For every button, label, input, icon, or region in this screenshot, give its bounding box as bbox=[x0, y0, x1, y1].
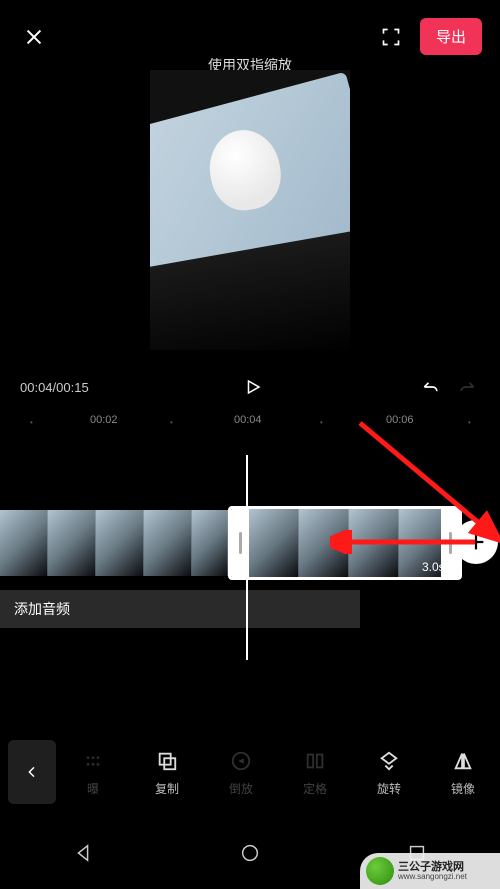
annotation-arrow-diagonal bbox=[350, 418, 500, 548]
tool-reverse[interactable]: 倒放 bbox=[208, 748, 274, 797]
copy-icon bbox=[154, 748, 180, 774]
mirror-icon bbox=[450, 748, 476, 774]
freeze-icon bbox=[302, 748, 328, 774]
fullscreen-icon bbox=[381, 27, 401, 47]
rotate-icon bbox=[376, 748, 402, 774]
playback-controls: 00:04/00:15 bbox=[0, 370, 500, 404]
nav-back-icon bbox=[72, 842, 94, 864]
top-bar: 导出 bbox=[0, 0, 500, 63]
watermark-badge: 三公子游戏网 www.sangongzi.net bbox=[360, 853, 500, 889]
undo-icon bbox=[419, 377, 443, 397]
clip-thumb bbox=[144, 510, 192, 576]
nav-home-icon bbox=[239, 842, 261, 864]
total-time: 00:15 bbox=[56, 380, 89, 395]
clip-thumb bbox=[96, 510, 144, 576]
clip-thumb bbox=[249, 509, 299, 577]
play-icon bbox=[244, 378, 262, 396]
ruler-mark: 00:04 bbox=[234, 414, 262, 426]
chevron-left-icon bbox=[24, 764, 40, 780]
close-button[interactable] bbox=[18, 21, 50, 53]
clip-duration-label: 3.0s bbox=[422, 560, 445, 574]
redo-button[interactable] bbox=[454, 374, 480, 400]
watermark-url: www.sangongzi.net bbox=[398, 873, 467, 881]
add-audio-track[interactable]: 添加音频 bbox=[0, 590, 360, 628]
add-audio-label: 添加音频 bbox=[14, 599, 70, 619]
annotation-arrow-horizontal bbox=[330, 530, 480, 554]
fullscreen-button[interactable] bbox=[376, 22, 406, 52]
dots-icon bbox=[80, 748, 106, 774]
play-button[interactable] bbox=[240, 374, 266, 400]
tool-freeze[interactable]: 定格 bbox=[282, 748, 348, 797]
time-display: 00:04/00:15 bbox=[20, 380, 89, 395]
video-preview[interactable] bbox=[150, 70, 350, 350]
redo-icon bbox=[455, 377, 479, 397]
tool-row: 曝 复制 倒放 定格 旋转 镜像 bbox=[0, 732, 500, 812]
nav-home-button[interactable] bbox=[200, 842, 300, 864]
undo-redo-group bbox=[418, 374, 480, 400]
ruler-mark: 00:02 bbox=[90, 414, 118, 426]
close-icon bbox=[23, 26, 45, 48]
clip-thumb bbox=[0, 510, 48, 576]
reverse-icon bbox=[228, 748, 254, 774]
clip-thumb bbox=[48, 510, 96, 576]
clip-thumb bbox=[192, 510, 228, 576]
tool-back-button[interactable] bbox=[8, 740, 56, 804]
tool-copy[interactable]: 复制 bbox=[134, 748, 200, 797]
tool-mirror[interactable]: 镜像 bbox=[430, 748, 496, 797]
watermark-title: 三公子游戏网 bbox=[398, 862, 467, 873]
playhead[interactable] bbox=[246, 455, 248, 660]
tool-rotate[interactable]: 旋转 bbox=[356, 748, 422, 797]
tool-item-partial[interactable]: 曝 bbox=[60, 748, 126, 797]
watermark-logo-icon bbox=[366, 857, 394, 885]
export-button[interactable]: 导出 bbox=[420, 18, 482, 55]
nav-back-button[interactable] bbox=[33, 842, 133, 864]
undo-button[interactable] bbox=[418, 374, 444, 400]
current-time: 00:04 bbox=[20, 380, 53, 395]
top-right-group: 导出 bbox=[376, 18, 482, 55]
